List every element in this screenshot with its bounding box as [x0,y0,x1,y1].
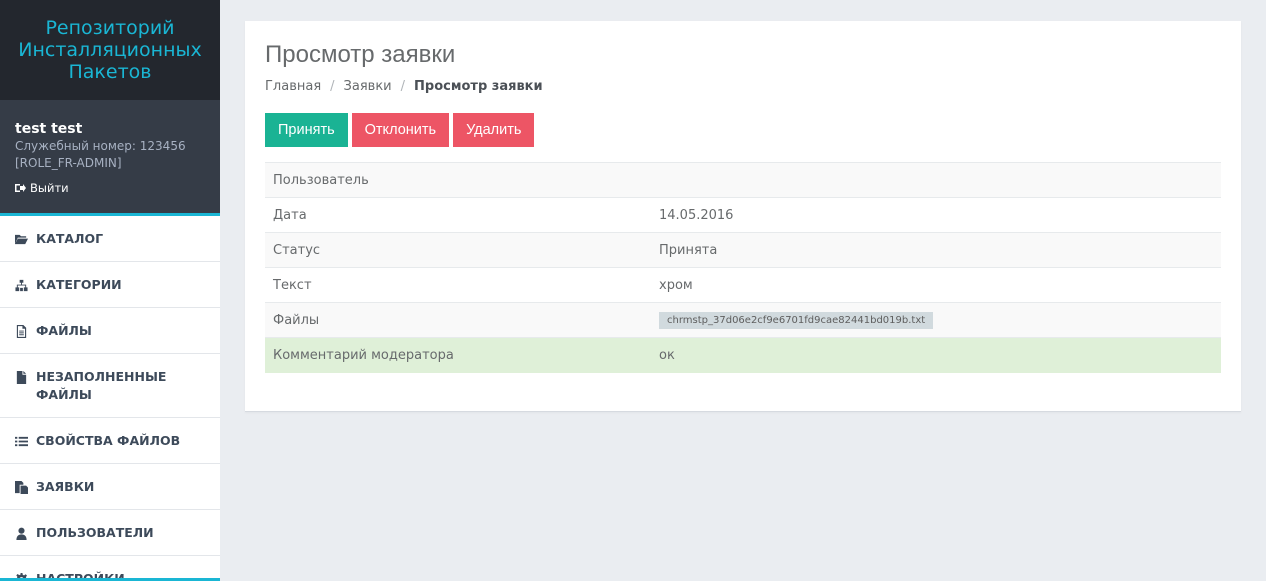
sitemap-icon [15,276,36,294]
reject-button[interactable]: Отклонить [351,113,450,147]
table-row: Файлы chrmstp_37d06e2cf9e6701fd9cae82441… [265,302,1221,338]
table-row: Дата 14.05.2016 [265,197,1221,233]
accept-button[interactable]: Принять [265,113,348,147]
page-title: Просмотр заявки [265,41,456,68]
sidebar-item-categories[interactable]: КАТЕГОРИИ [0,262,220,308]
breadcrumb-current: Просмотр заявки [414,79,543,94]
sidebar-item-file-properties[interactable]: СВОЙСТВА ФАЙЛОВ [0,418,220,464]
row-label: Дата [265,197,651,233]
table-row: Текст хром [265,267,1221,303]
sidebar-menu: КАТАЛОГ КАТЕГОРИИ ФАЙЛЫ НЕЗАПОЛНЕННЫЕ ФА… [0,216,220,581]
sidebar-item-label: КАТАЛОГ [36,231,104,246]
sidebar-item-label: КАТЕГОРИИ [36,277,122,292]
file-icon [15,368,36,386]
folder-open-icon [15,230,36,248]
user-name: test test [15,121,83,137]
sidebar-item-catalog[interactable]: КАТАЛОГ [0,216,220,262]
row-value [651,162,1221,198]
row-label: Комментарий модератора [265,337,651,373]
file-link[interactable]: chrmstp_37d06e2cf9e6701fd9cae82441bd019b… [659,311,934,329]
sidebar-item-label: НЕЗАПОЛНЕННЫЕ ФАЙЛЫ [36,369,167,402]
sidebar-item-requests[interactable]: ЗАЯВКИ [0,464,220,510]
sidebar-item-label: СВОЙСТВА ФАЙЛОВ [36,433,181,448]
breadcrumb-separator: / [330,79,335,94]
sign-out-icon [15,184,26,192]
brand-logo[interactable]: Репозиторий Инсталляционных Пакетов [0,0,220,100]
breadcrumb-requests[interactable]: Заявки [344,79,392,94]
user-icon [15,524,36,542]
breadcrumb-separator: / [400,79,406,94]
action-buttons: Принять Отклонить Удалить [265,113,535,147]
user-profile: test test Служебный номер: 123456 [ROLE_… [0,100,220,216]
delete-button[interactable]: Удалить [453,113,535,147]
row-value: 14.05.2016 [651,197,1221,233]
row-label: Статус [265,232,651,268]
row-label: Пользователь [265,162,651,198]
user-role: [ROLE_FR-ADMIN] [15,156,122,170]
breadcrumb-home[interactable]: Главная [265,79,321,94]
row-value: Принята [651,232,1221,268]
sidebar-item-files[interactable]: ФАЙЛЫ [0,308,220,354]
logout-link[interactable]: Выйти [15,181,205,195]
sidebar-item-unfilled-files[interactable]: НЕЗАПОЛНЕННЫЕ ФАЙЛЫ [0,354,220,418]
row-label: Файлы [265,302,651,338]
request-panel: Просмотр заявки Главная / Заявки / Просм… [245,21,1241,412]
list-icon [15,432,36,450]
sidebar-item-label: ПОЛЬЗОВАТЕЛИ [36,525,154,540]
breadcrumb: Главная / Заявки / Просмотр заявки [265,79,543,94]
sidebar: Репозиторий Инсталляционных Пакетов test… [0,0,220,581]
table-row: Пользователь [265,162,1221,198]
sidebar-item-users[interactable]: ПОЛЬЗОВАТЕЛИ [0,510,220,556]
table-row: Статус Принята [265,232,1221,268]
sidebar-item-label: ФАЙЛЫ [36,323,92,338]
table-row: Комментарий модератора ок [265,337,1221,373]
row-value: ок [651,337,1221,373]
request-details-table: Пользователь Дата 14.05.2016 Статус Прин… [265,162,1221,373]
file-text-icon [15,322,36,340]
row-label: Текст [265,267,651,303]
row-value: chrmstp_37d06e2cf9e6701fd9cae82441bd019b… [651,302,1221,338]
sidebar-item-label: ЗАЯВКИ [36,479,95,494]
service-number: Служебный номер: 123456 [15,139,186,153]
row-value: хром [651,267,1221,303]
copy-icon [15,478,36,496]
logout-label: Выйти [30,181,69,195]
